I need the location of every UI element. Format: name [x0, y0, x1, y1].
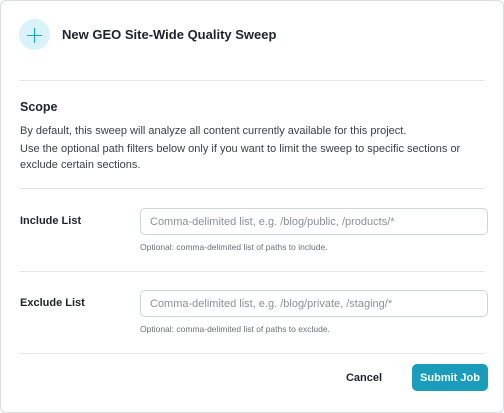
include-list-help: Optional: comma-delimited list of paths … [140, 242, 328, 252]
submit-job-button[interactable]: Submit Job [412, 364, 488, 391]
new-sweep-dialog: + New GEO Site-Wide Quality Sweep Scope … [0, 0, 504, 413]
header-divider [19, 80, 485, 81]
include-list-input[interactable] [140, 208, 488, 235]
dialog-header: + New GEO Site-Wide Quality Sweep [19, 19, 276, 50]
scope-description-filters: Use the optional path filters below only… [20, 143, 461, 171]
plus-icon: + [19, 19, 50, 50]
footer-divider [19, 353, 485, 354]
scope-heading: Scope [20, 100, 58, 114]
exclude-list-help: Optional: comma-delimited list of paths … [140, 324, 330, 334]
exclude-list-input[interactable] [140, 290, 488, 317]
include-list-label: Include List [20, 215, 82, 227]
scope-divider [19, 188, 485, 189]
scope-description-default: By default, this sweep will analyze all … [20, 125, 407, 137]
dialog-title: New GEO Site-Wide Quality Sweep [62, 27, 277, 42]
include-divider [19, 271, 485, 272]
cancel-button[interactable]: Cancel [337, 364, 391, 391]
exclude-list-label: Exclude List [20, 297, 85, 309]
